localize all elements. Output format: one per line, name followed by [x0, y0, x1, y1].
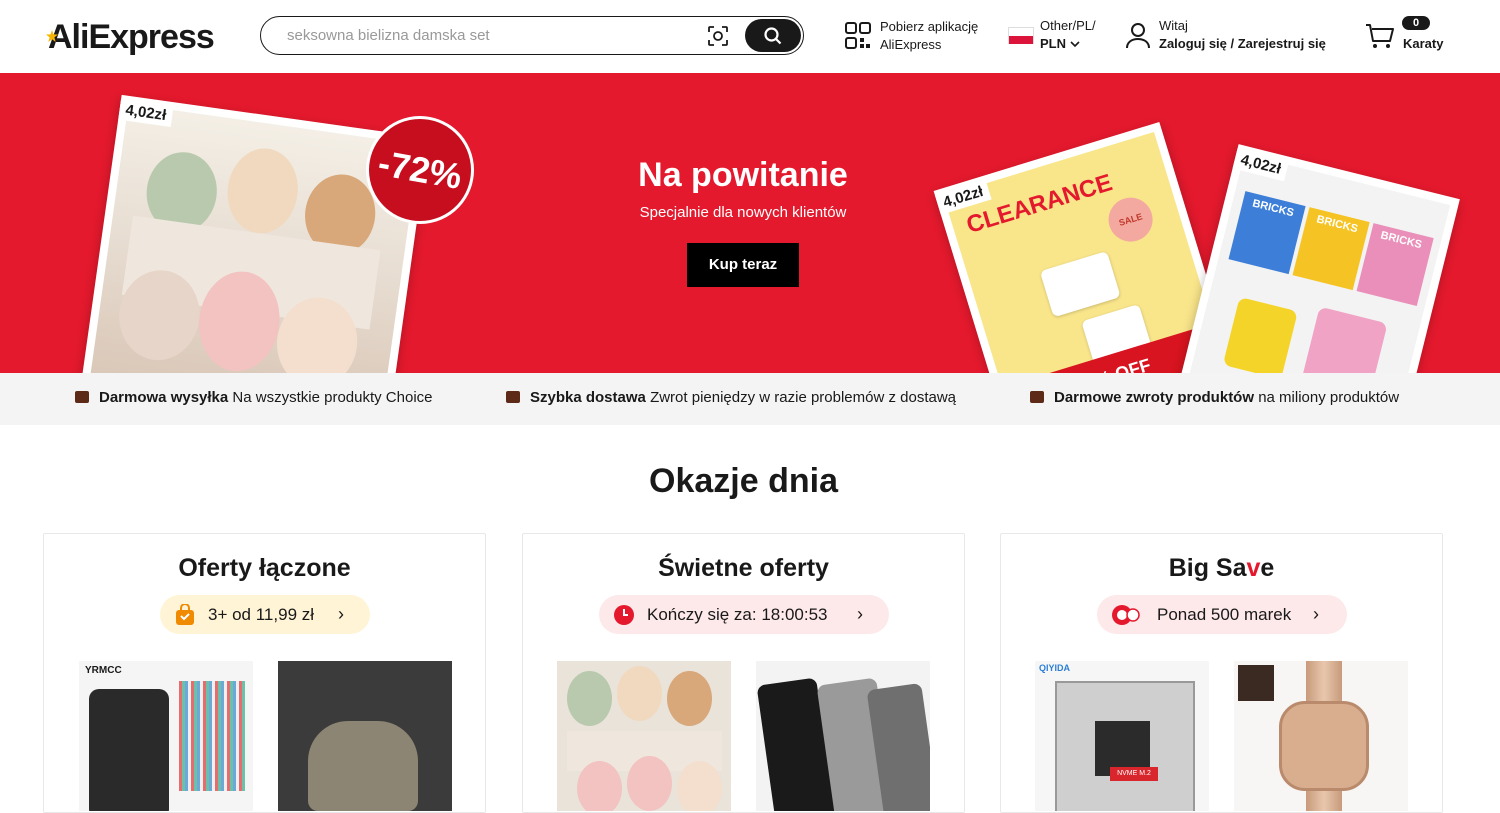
deal-card-title: Świetne oferty: [658, 554, 829, 582]
benefit-free-shipping[interactable]: Darmowa wysyłka Na wszystkie produkty Ch…: [75, 389, 433, 406]
cart-count-badge: 0: [1402, 16, 1430, 30]
deal-card-title: Big Save: [1001, 554, 1442, 583]
product-brand-label: QIYIDA: [1039, 663, 1071, 673]
product-tile[interactable]: [278, 661, 452, 811]
poland-flag-icon: [1008, 27, 1034, 44]
pill-text: 3+ od 11,99 zł: [208, 605, 315, 624]
benefits-bar: Darmowa wysyłka Na wszystkie produkty Ch…: [0, 373, 1500, 425]
app-download-line2: AliExpress: [880, 37, 942, 52]
account-login-link: Zaloguj się / Zarejestruj się: [1159, 36, 1326, 51]
deal-card-bundle[interactable]: Oferty łączone 3+ od 11,99 zł › YRMCC: [43, 533, 486, 813]
return-box-icon: [1030, 391, 1044, 403]
benefit-title: Darmowe zwroty produktów: [1054, 389, 1255, 406]
qr-code-icon[interactable]: [845, 22, 871, 50]
locale-currency: PLN: [1040, 36, 1066, 51]
locale-selector[interactable]: Other/PL/ PLN: [1040, 17, 1096, 53]
account-menu[interactable]: Witaj Zaloguj się / Zarejestruj się: [1159, 17, 1326, 53]
product-tile[interactable]: YRMCC: [79, 661, 253, 811]
deal-card-title: Oferty łączone: [178, 554, 351, 582]
search-button[interactable]: [745, 19, 801, 52]
chevron-right-icon: ›: [857, 604, 863, 624]
benefit-fast-delivery[interactable]: Szybka dostawa Zwrot pieniędzy w razie p…: [506, 389, 956, 406]
deal-card-big-save[interactable]: Big Save Ponad 500 marek › QIYIDA NVME M…: [1000, 533, 1443, 813]
sale-sticker: SALE: [1103, 192, 1159, 248]
product-tile[interactable]: [756, 661, 930, 811]
brands-pill[interactable]: Ponad 500 marek ›: [1097, 595, 1347, 634]
top-header: AliExpress Pobierz aplikację AliExpress …: [0, 0, 1500, 73]
cart-label[interactable]: Karaty: [1403, 35, 1443, 53]
product-brand-label: YRMCC: [85, 665, 122, 676]
pill-text: Ponad 500 marek: [1157, 605, 1292, 624]
chevron-right-icon: ›: [338, 604, 344, 624]
chevron-down-icon: [1070, 41, 1080, 48]
search-input[interactable]: [287, 25, 677, 45]
logo-text: AliExpress: [48, 18, 215, 56]
search-bar: [260, 16, 804, 55]
shopping-bag-icon: [176, 604, 194, 625]
big-save-title-part: Big Sa: [1168, 554, 1247, 582]
package-icon: [506, 391, 520, 403]
user-icon[interactable]: [1125, 22, 1151, 50]
big-save-title-accent: v: [1246, 554, 1261, 582]
locale-region: Other/PL/: [1040, 18, 1096, 33]
nvme-label: NVME M.2: [1110, 767, 1158, 781]
product-tile[interactable]: [1234, 661, 1408, 811]
welcome-banner[interactable]: 4,02zł -72% Na powitanie Specjalnie dla …: [0, 73, 1500, 373]
benefit-text: Na wszystkie produkty Choice: [232, 389, 433, 406]
big-save-title-part: e: [1260, 554, 1275, 582]
chevron-right-icon: ›: [1313, 604, 1319, 624]
clock-icon: [614, 605, 634, 625]
banner-title: Na powitanie: [638, 156, 848, 194]
search-icon: [764, 27, 782, 45]
promo-photo-adapters[interactable]: CLEARANCE SALE UP TO 70% OFF 4,02zł: [933, 121, 1233, 373]
deals-heading: Okazje dnia: [649, 462, 838, 500]
bricks-box-3: BRICKS: [1356, 223, 1434, 307]
bricks-box-2: BRICKS: [1292, 207, 1370, 291]
image-search-icon[interactable]: [707, 25, 729, 47]
product-tile[interactable]: QIYIDA NVME M.2: [1035, 661, 1209, 811]
app-download-link[interactable]: Pobierz aplikację AliExpress: [880, 18, 978, 54]
benefit-free-returns[interactable]: Darmowe zwroty produktów na miliony prod…: [1030, 389, 1399, 406]
bundle-offer-pill[interactable]: 3+ od 11,99 zł ›: [160, 595, 370, 634]
benefit-title: Szybka dostawa: [530, 389, 646, 406]
deal-card-great-offers[interactable]: Świetne oferty Kończy się za: 18:00:53 ›: [522, 533, 965, 813]
benefit-text: Zwrot pieniędzy w razie problemów z dost…: [650, 389, 957, 406]
big-save-logo-icon: [1112, 605, 1140, 625]
app-download-line1: Pobierz aplikację: [880, 19, 979, 34]
aliexpress-logo[interactable]: AliExpress: [46, 18, 215, 57]
logo-star-icon: [46, 30, 58, 42]
bricks-box-1: BRICKS: [1228, 191, 1306, 275]
countdown-text: Kończy się za: 18:00:53: [647, 605, 828, 624]
benefit-text: na miliony produktów: [1258, 389, 1400, 406]
shop-now-button[interactable]: Kup teraz: [687, 243, 799, 287]
clearance-label: CLEARANCE: [963, 169, 1116, 240]
cart-icon[interactable]: [1365, 22, 1395, 50]
countdown-pill[interactable]: Kończy się za: 18:00:53 ›: [599, 595, 889, 634]
product-tile[interactable]: [557, 661, 731, 811]
account-greeting: Witaj: [1159, 18, 1188, 33]
promo-photo-bricks[interactable]: BRICKS BRICKS BRICKS 4,02zł: [1178, 144, 1460, 373]
banner-subtitle: Specjalnie dla nowych klientów: [639, 204, 847, 221]
benefit-title: Darmowa wysyłka: [99, 389, 229, 406]
truck-icon: [75, 391, 89, 403]
